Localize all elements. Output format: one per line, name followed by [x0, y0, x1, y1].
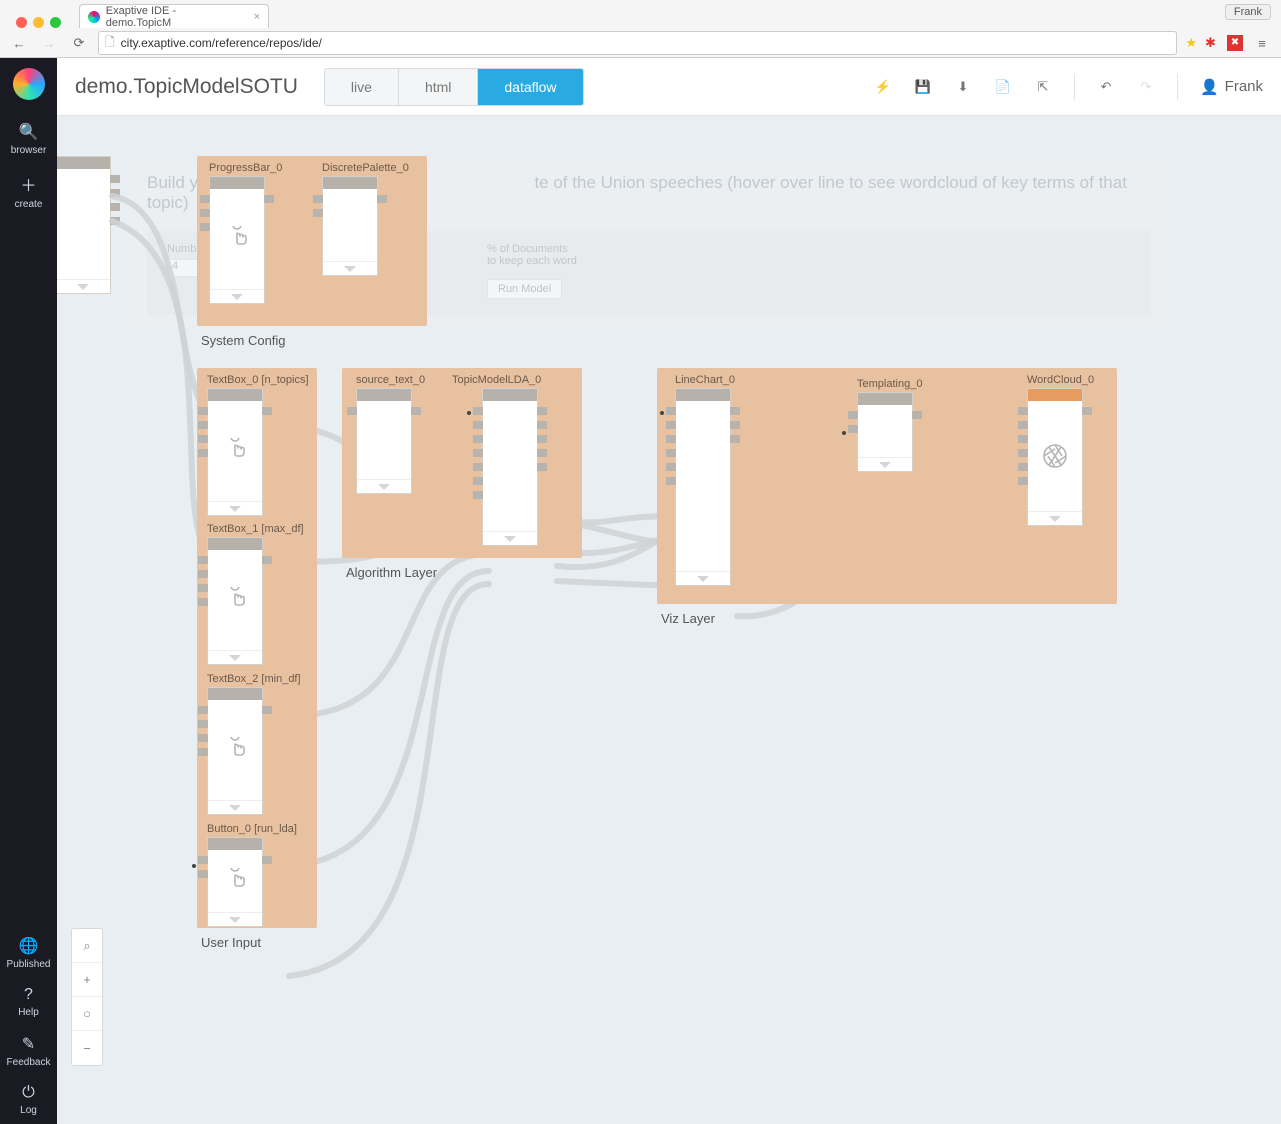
node-discretepalette[interactable]: DiscretePalette_0: [322, 162, 409, 276]
app-header: demo.TopicModelSOTU live html dataflow ⚡…: [57, 58, 1281, 116]
page-icon: 🗋: [105, 33, 115, 54]
rail-published[interactable]: 🌐Published: [0, 928, 57, 978]
node-textbox-maxdf[interactable]: TextBox_1 [max_df]: [207, 523, 304, 665]
node-button-runlda[interactable]: Button_0 [run_lda]: [207, 823, 297, 927]
search-icon: 🔍: [0, 122, 57, 142]
rail-log[interactable]: ⏻Log: [0, 1076, 57, 1124]
app-logo-icon[interactable]: [13, 68, 45, 100]
browser-profile[interactable]: Frank: [1225, 4, 1271, 20]
user-icon: 👤: [1200, 78, 1219, 96]
touch-icon: [224, 438, 246, 464]
favicon-icon: [88, 11, 100, 23]
globe-icon: 🌐: [0, 936, 57, 956]
touch-icon: [224, 868, 246, 894]
share-icon[interactable]: ⇱: [1034, 78, 1052, 96]
ghost-run-button: Run Model: [487, 279, 562, 299]
node-wordcloud[interactable]: WordCloud_0: [1027, 374, 1094, 526]
undo-icon[interactable]: ↶: [1097, 78, 1115, 96]
group-user-input[interactable]: User Input TextBox_0 [n_topics] TextBox_…: [197, 368, 317, 928]
group-label: Algorithm Layer: [346, 565, 437, 580]
zoom-controls: ⌕ + ○ −: [71, 928, 103, 1066]
download-icon[interactable]: ⬇: [954, 78, 972, 96]
dataflow-canvas[interactable]: Build yo XXXXXXXXXXXXXXXXXXXXXXXXXXXX te…: [57, 116, 1281, 1124]
group-label: System Config: [201, 333, 286, 348]
node-topicmodellda[interactable]: TopicModelLDA_0: [482, 374, 541, 546]
help-icon: ?: [0, 986, 57, 1004]
forward-button: →: [38, 32, 60, 54]
group-system-config[interactable]: System Config ProgressBar_0 DiscretePale…: [197, 156, 427, 326]
back-button[interactable]: ←: [8, 32, 30, 54]
separator: [1177, 74, 1178, 100]
address-bar[interactable]: 🗋 city.exaptive.com/reference/repos/ide/: [98, 31, 1177, 55]
tab-html[interactable]: html: [399, 69, 478, 105]
view-mode-tabs: live html dataflow: [324, 68, 584, 106]
group-label: Viz Layer: [661, 611, 715, 626]
node-sourcetext[interactable]: source_text_0: [356, 374, 425, 494]
offscreen-node[interactable]: [57, 156, 111, 294]
zoom-in[interactable]: +: [72, 963, 102, 997]
aperture-icon: [1042, 443, 1068, 469]
page-title: demo.TopicModelSOTU: [75, 75, 298, 99]
zoom-fit[interactable]: ○: [72, 997, 102, 1031]
star-icon[interactable]: ★: [1185, 35, 1197, 51]
minimize-icon[interactable]: [33, 17, 44, 28]
node-textbox-mindf[interactable]: TextBox_2 [min_df]: [207, 673, 301, 815]
url-text: city.exaptive.com/reference/repos/ide/: [121, 36, 322, 50]
save-icon[interactable]: 💾: [914, 78, 932, 96]
menu-icon[interactable]: ≡: [1251, 32, 1273, 54]
node-templating[interactable]: Templating_0: [857, 378, 922, 472]
rail-create[interactable]: ＋create: [0, 164, 57, 218]
extension-icon[interactable]: ✖: [1227, 35, 1243, 51]
bolt-icon[interactable]: ⚡: [874, 78, 892, 96]
plus-icon: ＋: [0, 172, 57, 196]
rail-browser[interactable]: 🔍browser: [0, 114, 57, 164]
zoom-out[interactable]: −: [72, 1031, 102, 1065]
group-algorithm[interactable]: Algorithm Layer source_text_0 TopicModel…: [342, 368, 582, 558]
tab-dataflow[interactable]: dataflow: [478, 69, 582, 105]
close-tab-icon[interactable]: ×: [254, 11, 260, 23]
tab-title: Exaptive IDE - demo.TopicM: [106, 5, 242, 29]
feedback-icon: ✎: [0, 1034, 57, 1054]
touch-icon: [226, 226, 248, 252]
node-progressbar[interactable]: ProgressBar_0: [209, 162, 282, 304]
file-icon[interactable]: 📄: [994, 78, 1012, 96]
log-icon: ⏻: [0, 1084, 57, 1102]
rail-help[interactable]: ?Help: [0, 978, 57, 1026]
left-rail: 🔍browser ＋create 🌐Published ?Help ✎Feedb…: [0, 58, 57, 1124]
browser-tab[interactable]: Exaptive IDE - demo.TopicM ×: [79, 4, 269, 28]
node-linechart[interactable]: LineChart_0: [675, 374, 735, 586]
extension-icon[interactable]: ✱: [1205, 35, 1221, 51]
separator: [1074, 74, 1075, 100]
zoom-search[interactable]: ⌕: [72, 929, 102, 963]
rail-feedback[interactable]: ✎Feedback: [0, 1026, 57, 1076]
group-label: User Input: [201, 935, 261, 950]
node-textbox-ntopics[interactable]: TextBox_0 [n_topics]: [207, 374, 309, 516]
user-menu[interactable]: 👤Frank: [1200, 78, 1263, 96]
group-viz[interactable]: Viz Layer LineChart_0 Templating_0: [657, 368, 1117, 604]
touch-icon: [224, 737, 246, 763]
tab-live[interactable]: live: [325, 69, 399, 105]
reload-button[interactable]: ⟳: [68, 32, 90, 54]
window-controls[interactable]: [8, 9, 69, 28]
maximize-icon[interactable]: [50, 17, 61, 28]
redo-icon: ↷: [1137, 78, 1155, 96]
touch-icon: [224, 587, 246, 613]
browser-chrome: Frank Exaptive IDE - demo.TopicM × ← → ⟳…: [0, 0, 1281, 58]
close-icon[interactable]: [16, 17, 27, 28]
